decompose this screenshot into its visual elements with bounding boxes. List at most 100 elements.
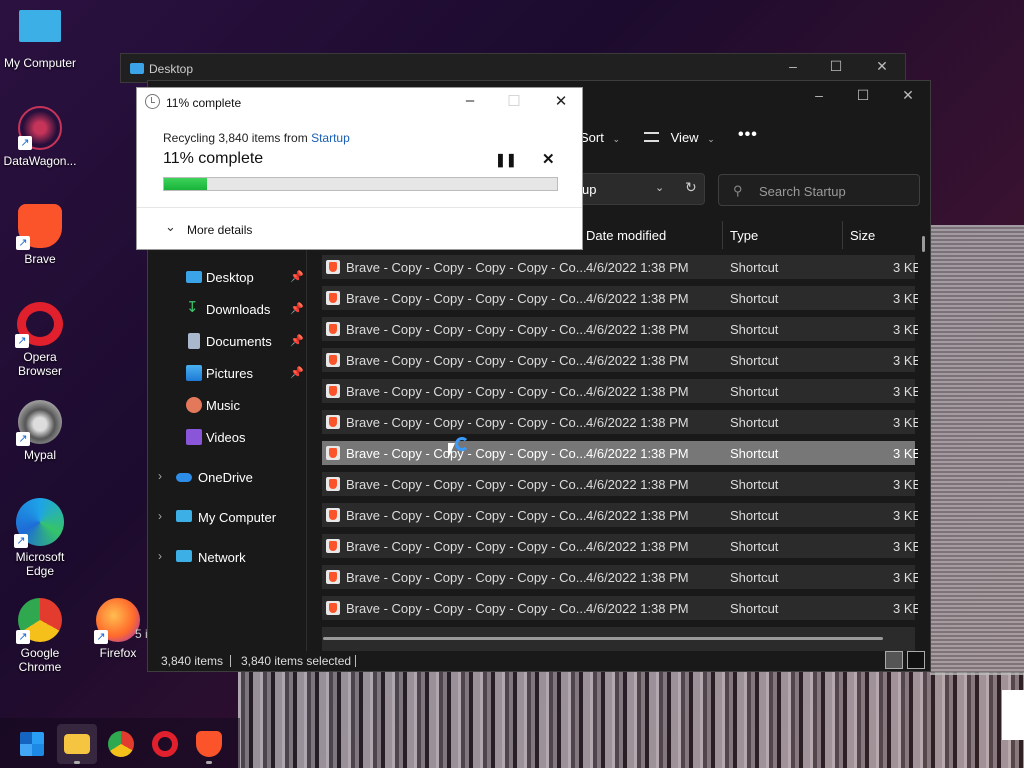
desktop-icon-label: Opera Browser bbox=[17, 350, 62, 378]
column-divider[interactable] bbox=[842, 221, 843, 249]
nav-item-onedrive[interactable]: › OneDrive bbox=[148, 463, 306, 491]
table-row[interactable]: Brave - Copy - Copy - Copy - Copy - Co..… bbox=[322, 379, 918, 403]
nav-item-label: Network bbox=[198, 550, 246, 565]
sort-button[interactable]: Sort ⌄ bbox=[580, 130, 620, 145]
monitor-icon bbox=[19, 10, 61, 42]
cancel-button[interactable]: ✕ bbox=[542, 150, 555, 168]
brave-icon[interactable] bbox=[196, 731, 222, 757]
background-window-fragment: 5 i bbox=[135, 627, 148, 641]
cell-date: 4/6/2022 1:38 PM bbox=[586, 539, 689, 554]
chevron-right-icon[interactable]: › bbox=[158, 549, 162, 563]
chevron-right-icon[interactable]: › bbox=[158, 469, 162, 483]
minimize-icon[interactable]: – bbox=[804, 87, 834, 103]
chevron-down-icon[interactable]: ⌄ bbox=[655, 181, 664, 194]
table-row[interactable]: Brave - Copy - Copy - Copy - Copy - Co..… bbox=[322, 317, 918, 341]
desktop-wallpaper-right bbox=[930, 225, 1024, 675]
nav-item-videos[interactable]: Videos bbox=[148, 423, 306, 451]
file-explorer-icon[interactable] bbox=[64, 734, 90, 754]
nav-item-pictures[interactable]: Pictures 📌 bbox=[148, 359, 306, 387]
cell-date: 4/6/2022 1:38 PM bbox=[586, 322, 689, 337]
minimize-icon[interactable]: – bbox=[455, 92, 485, 109]
desktop-icon-datawagon[interactable]: ↗ DataWagon... bbox=[0, 106, 80, 168]
search-placeholder: Search Startup bbox=[759, 184, 846, 199]
nav-item-network[interactable]: › Network bbox=[148, 543, 306, 571]
folder-icon bbox=[130, 63, 144, 74]
nav-item-music[interactable]: Music bbox=[148, 391, 306, 419]
nav-item-documents[interactable]: Documents 📌 bbox=[148, 327, 306, 355]
opera-icon: ↗ bbox=[15, 302, 63, 348]
horizontal-scrollbar[interactable] bbox=[323, 637, 883, 640]
pin-icon: 📌 bbox=[290, 303, 304, 315]
table-row[interactable]: Brave - Copy - Copy - Copy - Copy - Co..… bbox=[322, 286, 918, 310]
progress-bar bbox=[163, 177, 558, 191]
cell-date: 4/6/2022 1:38 PM bbox=[586, 415, 689, 430]
chevron-down-icon[interactable]: ⌄ bbox=[165, 219, 176, 235]
more-options-button[interactable]: ••• bbox=[738, 126, 758, 144]
column-header-type[interactable]: Type bbox=[730, 221, 758, 249]
close-icon[interactable]: ✕ bbox=[546, 92, 576, 110]
column-header-date[interactable]: Date modified bbox=[586, 221, 666, 249]
navigation-pane: Desktop 📌 ↧ Downloads 📌 Documents 📌 Pict… bbox=[148, 221, 306, 651]
table-row[interactable]: Brave - Copy - Copy - Copy - Copy - Co..… bbox=[322, 441, 918, 465]
close-icon[interactable]: ✕ bbox=[867, 58, 897, 75]
tiles-view-icon[interactable] bbox=[907, 651, 925, 669]
desktop-icon-label: DataWagon... bbox=[3, 154, 77, 168]
table-row[interactable]: Brave - Copy - Copy - Copy - Copy - Co..… bbox=[322, 565, 918, 589]
selected-count: 3,840 items selected bbox=[241, 654, 352, 668]
cell-name: Brave - Copy - Copy - Copy - Copy - Co..… bbox=[346, 477, 587, 492]
table-row[interactable]: Brave - Copy - Copy - Copy - Copy - Co..… bbox=[322, 255, 918, 279]
progress-text: 11% complete bbox=[163, 150, 264, 167]
nav-item-downloads[interactable]: ↧ Downloads 📌 bbox=[148, 295, 306, 323]
brave-shortcut-icon bbox=[326, 291, 340, 305]
running-indicator bbox=[74, 761, 80, 764]
status-bar: 3,840 items 3,840 items selected bbox=[148, 647, 930, 673]
table-row[interactable]: Brave - Copy - Copy - Copy - Copy - Co..… bbox=[322, 410, 918, 434]
desktop-icon-opera[interactable]: ↗ Opera Browser bbox=[0, 302, 80, 378]
details-view-icon[interactable] bbox=[885, 651, 903, 669]
brave-shortcut-icon bbox=[326, 477, 340, 491]
table-row[interactable]: Brave - Copy - Copy - Copy - Copy - Co..… bbox=[322, 596, 918, 620]
operation-text: Recycling 3,840 items from bbox=[163, 131, 312, 145]
desktop-icon-mypal[interactable]: ↗ Mypal bbox=[0, 400, 80, 462]
chrome-icon[interactable] bbox=[108, 731, 134, 757]
pane-splitter[interactable] bbox=[306, 221, 307, 651]
refresh-icon[interactable]: ↻ bbox=[685, 179, 697, 196]
cell-name: Brave - Copy - Copy - Copy - Copy - Co..… bbox=[346, 291, 587, 306]
source-folder-link[interactable]: Startup bbox=[311, 131, 350, 145]
brave-shortcut-icon bbox=[326, 539, 340, 553]
view-button[interactable]: View ⌄ bbox=[644, 130, 715, 145]
more-details-button[interactable]: More details bbox=[187, 223, 252, 237]
search-input[interactable]: ⚲ Search Startup bbox=[718, 174, 920, 206]
busy-cursor-icon bbox=[455, 437, 469, 451]
desktop-icon-edge[interactable]: ↗ Microsoft Edge bbox=[0, 498, 80, 578]
column-divider[interactable] bbox=[722, 221, 723, 249]
nav-item-label: Downloads bbox=[206, 302, 271, 317]
maximize-icon[interactable]: ☐ bbox=[821, 58, 851, 75]
desktop-window[interactable]: Desktop – ☐ ✕ bbox=[120, 53, 906, 83]
column-header-size[interactable]: Size bbox=[850, 221, 875, 249]
table-row[interactable]: Brave - Copy - Copy - Copy - Copy - Co..… bbox=[322, 348, 918, 372]
close-icon[interactable]: ✕ bbox=[893, 87, 923, 104]
opera-icon[interactable] bbox=[152, 731, 178, 757]
nav-item-my-computer[interactable]: › My Computer bbox=[148, 503, 306, 531]
desktop-wallpaper-patch bbox=[1002, 690, 1024, 740]
cell-size: 3 KB bbox=[893, 601, 918, 616]
desktop-icon-brave[interactable]: ↗ Brave bbox=[0, 204, 80, 266]
chevron-down-icon: ⌄ bbox=[707, 134, 715, 144]
desktop-icon-chrome[interactable]: ↗ Google Chrome bbox=[0, 598, 80, 674]
minimize-icon[interactable]: – bbox=[778, 58, 808, 74]
nav-item-desktop[interactable]: Desktop 📌 bbox=[148, 263, 306, 291]
brave-shortcut-icon bbox=[326, 570, 340, 584]
maximize-icon[interactable]: ☐ bbox=[848, 87, 878, 104]
desktop-icon-my-computer[interactable]: My Computer bbox=[0, 10, 80, 70]
table-row[interactable]: Brave - Copy - Copy - Copy - Copy - Co..… bbox=[322, 534, 918, 558]
table-row[interactable]: Brave - Copy - Copy - Copy - Copy - Co..… bbox=[322, 472, 918, 496]
cell-type: Shortcut bbox=[730, 384, 779, 399]
vertical-scrollbar[interactable] bbox=[922, 236, 925, 252]
view-label: View bbox=[670, 130, 699, 145]
start-icon[interactable] bbox=[20, 732, 44, 756]
table-row[interactable]: Brave - Copy - Copy - Copy - Copy - Co..… bbox=[322, 503, 918, 527]
chevron-right-icon[interactable]: › bbox=[158, 509, 162, 523]
view-lines-icon bbox=[644, 132, 659, 142]
pause-button[interactable]: ❚❚ bbox=[495, 152, 517, 168]
